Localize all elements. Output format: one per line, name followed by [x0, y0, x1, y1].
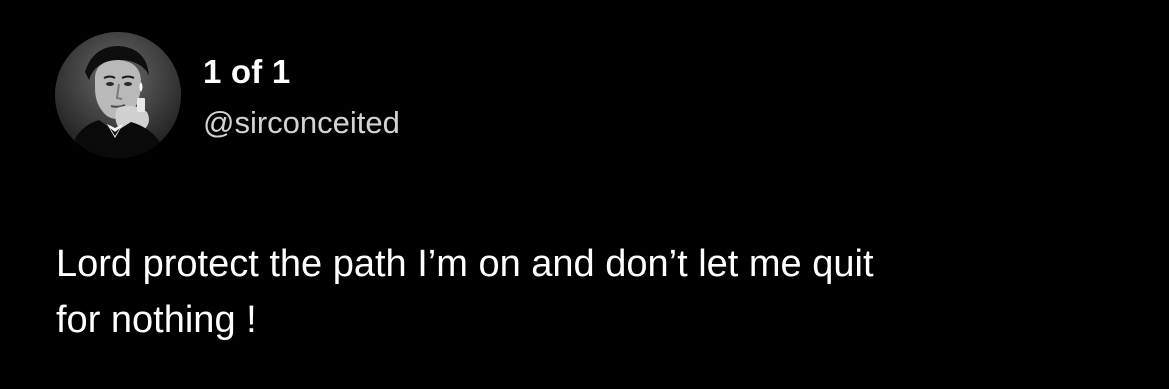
- tweet-card: 1 of 1 @sirconceited Lord protect the pa…: [0, 0, 1169, 389]
- profile-photo-icon: [55, 32, 181, 158]
- user-handle[interactable]: @sirconceited: [203, 104, 400, 142]
- profile-avatar[interactable]: [55, 32, 181, 158]
- display-name[interactable]: 1 of 1: [203, 52, 290, 92]
- tweet-text: Lord protect the path I’m on and don’t l…: [56, 243, 874, 341]
